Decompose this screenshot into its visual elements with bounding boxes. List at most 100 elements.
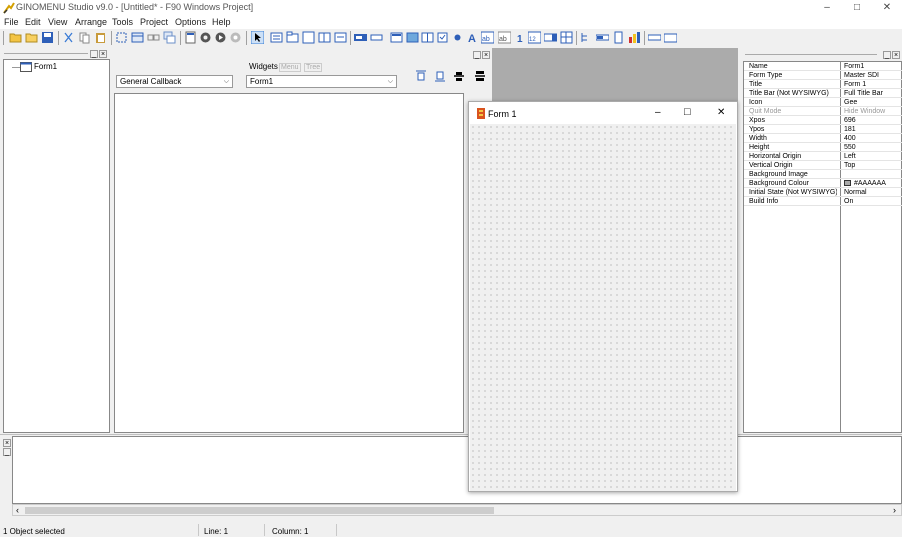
menu-arrange[interactable]: Arrange xyxy=(75,17,107,27)
form-minimize-button[interactable]: – xyxy=(655,107,661,118)
property-row[interactable]: Build Info On xyxy=(744,197,902,206)
tab-menu[interactable]: Menu xyxy=(279,63,301,72)
statusbar-widget-icon[interactable] xyxy=(664,31,677,44)
object-combo[interactable]: Form1 ⌵ xyxy=(246,75,397,88)
property-row[interactable]: Background Image xyxy=(744,170,902,179)
property-value[interactable]: Full Title Bar xyxy=(844,89,902,98)
cut-icon[interactable] xyxy=(62,31,75,44)
picture-widget-icon[interactable] xyxy=(406,31,419,44)
form-preview-window[interactable]: Form 1 – □ ✕ xyxy=(468,101,738,492)
number-entry-icon[interactable]: 12 xyxy=(528,31,541,44)
output-splitter[interactable] xyxy=(0,434,902,435)
form-design-canvas[interactable] xyxy=(470,124,736,491)
grid-widget-icon[interactable] xyxy=(560,31,573,44)
property-row[interactable]: Icon Gee xyxy=(744,98,902,107)
tree-pane-minimize-button[interactable]: _ xyxy=(90,50,98,58)
scroll-left-icon[interactable]: ‹ xyxy=(16,505,19,515)
distribute-icon[interactable] xyxy=(474,70,486,82)
property-row[interactable]: Xpos 696 xyxy=(744,116,902,125)
callback-combo[interactable]: General Callback ⌵ xyxy=(116,75,233,88)
form-icon[interactable] xyxy=(184,31,197,44)
property-row[interactable]: Vertical Origin Top xyxy=(744,161,902,170)
tree-widget-icon[interactable] xyxy=(580,31,593,44)
gear-icon[interactable] xyxy=(199,31,212,44)
menu-options[interactable]: Options xyxy=(175,17,206,27)
property-value[interactable]: Left xyxy=(844,152,902,161)
scrollbar-thumb[interactable] xyxy=(25,507,494,514)
property-row[interactable]: Initial State (Not WYSIWYG) Normal xyxy=(744,188,902,197)
align-top-icon[interactable] xyxy=(415,70,427,82)
property-row[interactable]: Title Form 1 xyxy=(744,80,902,89)
run-icon[interactable] xyxy=(214,31,227,44)
copy-icon[interactable] xyxy=(78,31,91,44)
frame-widget-icon[interactable] xyxy=(302,31,315,44)
property-row[interactable]: Background Colour #AAAAAA xyxy=(744,179,902,188)
tree-node-form1[interactable]: Form1 xyxy=(34,62,57,71)
select-region-icon[interactable] xyxy=(115,31,128,44)
maximize-button[interactable]: □ xyxy=(842,0,872,16)
stop-icon[interactable] xyxy=(229,31,242,44)
split-widget-icon[interactable] xyxy=(421,31,434,44)
property-row[interactable]: Height 550 xyxy=(744,143,902,152)
property-value[interactable]: 400 xyxy=(844,134,902,143)
menu-tools[interactable]: Tools xyxy=(112,17,133,27)
scroll-right-icon[interactable]: › xyxy=(893,505,896,515)
form-close-button[interactable]: ✕ xyxy=(717,107,725,118)
property-value[interactable]: Top xyxy=(844,161,902,170)
form-maximize-button[interactable]: □ xyxy=(684,106,691,118)
property-row[interactable]: Name Form1 xyxy=(744,62,902,71)
text-panel-icon[interactable] xyxy=(334,31,347,44)
align-bottom-icon[interactable] xyxy=(434,70,446,82)
property-row[interactable]: Form Type Master SDI xyxy=(744,71,902,80)
menu-file[interactable]: File xyxy=(4,17,19,27)
property-row[interactable]: Horizontal Origin Left xyxy=(744,152,902,161)
button-widget-icon[interactable] xyxy=(354,31,367,44)
menu-project[interactable]: Project xyxy=(140,17,168,27)
property-value[interactable]: Form 1 xyxy=(844,80,902,89)
text-entry-icon[interactable]: ab xyxy=(481,31,494,44)
project-tree[interactable]: Form1 xyxy=(3,59,110,433)
output-minimize-button[interactable]: _ xyxy=(3,448,11,456)
close-button[interactable]: ✕ xyxy=(872,0,902,16)
new-file-icon[interactable] xyxy=(9,31,22,44)
property-value[interactable]: 696 xyxy=(844,116,902,125)
menu-help[interactable]: Help xyxy=(212,17,231,27)
tree-pane-close-button[interactable]: × xyxy=(99,50,107,58)
property-row[interactable]: Quit Mode Hide Window xyxy=(744,107,902,116)
combo-widget-icon[interactable] xyxy=(544,31,557,44)
property-value[interactable]: Normal xyxy=(844,188,902,197)
properties-minimize-button[interactable]: _ xyxy=(883,51,891,59)
progress-widget-icon[interactable] xyxy=(596,31,609,44)
menu-widget-icon[interactable] xyxy=(270,31,283,44)
align-center-icon[interactable] xyxy=(453,70,465,82)
minimize-button[interactable]: – xyxy=(812,0,842,16)
menu-edit[interactable]: Edit xyxy=(25,17,41,27)
radio-widget-icon[interactable] xyxy=(451,31,464,44)
multiline-text-icon[interactable]: ab xyxy=(498,31,511,44)
property-value[interactable]: Hide Window xyxy=(844,107,902,116)
property-row[interactable]: Title Bar (Not WYSIWYG) Full Title Bar xyxy=(744,89,902,98)
chart-widget-icon[interactable] xyxy=(628,31,641,44)
integer-entry-icon[interactable]: 1 xyxy=(514,31,527,44)
link-icon[interactable] xyxy=(147,31,160,44)
property-value[interactable]: #AAAAAA xyxy=(854,179,902,188)
tab-widget-icon[interactable] xyxy=(286,31,299,44)
menu-view[interactable]: View xyxy=(48,17,67,27)
horizontal-scrollbar[interactable]: ‹ › xyxy=(12,504,902,516)
editor-pane-minimize-button[interactable]: _ xyxy=(473,51,481,59)
tab-tree[interactable]: Tree xyxy=(304,63,323,72)
tab-widgets[interactable]: Widgets xyxy=(249,62,278,71)
checkbox-widget-icon[interactable] xyxy=(436,31,449,44)
toolbar-widget-icon[interactable] xyxy=(648,31,661,44)
colour-swatch[interactable] xyxy=(844,180,851,186)
save-icon[interactable] xyxy=(41,31,54,44)
pointer-tool-icon[interactable] xyxy=(251,31,264,44)
code-editor[interactable] xyxy=(114,93,464,433)
list-widget-icon[interactable] xyxy=(390,31,403,44)
property-value[interactable]: Gee xyxy=(844,98,902,107)
window-arrange-icon[interactable] xyxy=(163,31,176,44)
layout-icon[interactable] xyxy=(131,31,144,44)
paste-icon[interactable] xyxy=(94,31,107,44)
property-value[interactable]: 550 xyxy=(844,143,902,152)
open-folder-icon[interactable] xyxy=(25,31,38,44)
